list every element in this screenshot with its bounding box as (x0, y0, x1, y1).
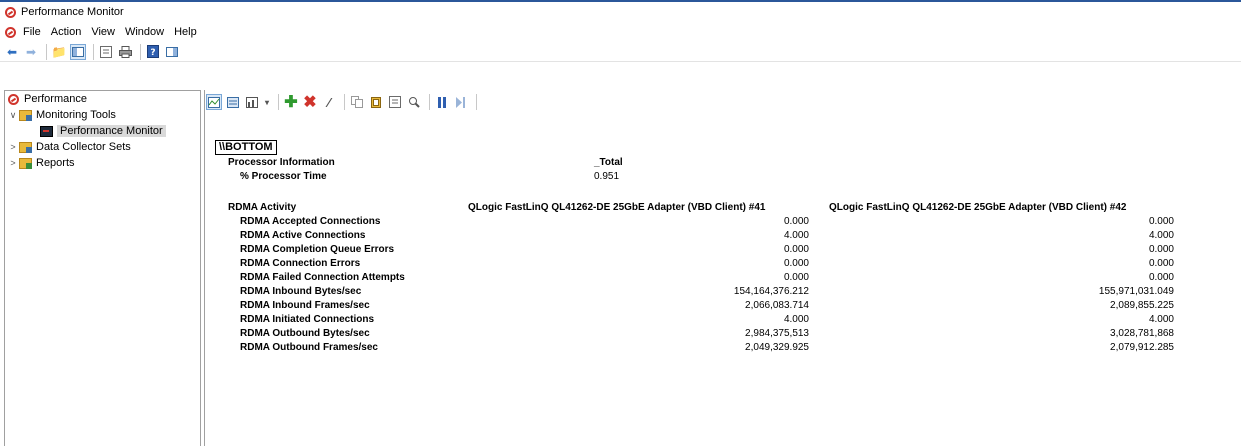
value-42-inbound-frames: 2,089,855.225 (1110, 300, 1174, 311)
value-42-active-connections: 4.000 (1148, 230, 1174, 241)
counter-rdma-accepted-connections: RDMA Accepted Connections (240, 216, 381, 227)
up-folder-icon[interactable]: 📁 (51, 44, 67, 60)
properties-icon[interactable] (98, 44, 114, 60)
object-processor-information: Processor Information (228, 157, 335, 168)
window-title: Performance Monitor (21, 6, 124, 18)
counter-rdma-active-connections: RDMA Active Connections (240, 230, 366, 241)
value-42-initiated-connections: 4.000 (1148, 314, 1174, 325)
data-collector-sets-folder-icon (19, 141, 32, 153)
monitoring-tools-folder-icon (19, 109, 32, 121)
value-41-initiated-connections: 4.000 (783, 314, 809, 325)
counter-rdma-initiated-connections: RDMA Initiated Connections (240, 314, 375, 325)
tree-item-performance[interactable]: Performance (5, 91, 200, 107)
value-processor-time: 0.951 (594, 171, 620, 182)
machine-name: \\BOTTOM (215, 140, 277, 155)
tree-item-monitoring-tools[interactable]: ∨ Monitoring Tools (5, 107, 200, 123)
value-41-inbound-frames: 2,066,083.714 (745, 300, 809, 311)
counter-rdma-completion-queue-errors: RDMA Completion Queue Errors (240, 244, 395, 255)
value-41-active-connections: 4.000 (783, 230, 809, 241)
counter-rdma-connection-errors: RDMA Connection Errors (240, 258, 361, 269)
toolbar-separator (93, 43, 94, 60)
counter-rdma-inbound-frames: RDMA Inbound Frames/sec (240, 300, 370, 311)
value-42-outbound-bytes: 3,028,781,868 (1110, 328, 1174, 339)
performance-monitor-app-icon (5, 6, 16, 18)
tree-item-label: Performance Monitor (57, 125, 166, 137)
value-42-failed-connection-attempts: 0.000 (1148, 272, 1174, 283)
value-41-inbound-bytes: 154,164,376.212 (733, 286, 809, 297)
menu-window[interactable]: Window (125, 26, 164, 38)
value-42-outbound-frames: 2,079,912.285 (1110, 342, 1174, 353)
instance-adapter-42: QLogic FastLinQ QL41262-DE 25GbE Adapter… (829, 202, 1127, 213)
value-42-connection-errors: 0.000 (1148, 258, 1174, 269)
menu-action[interactable]: Action (51, 26, 82, 38)
counter-rdma-failed-connection-attempts: RDMA Failed Connection Attempts (240, 272, 405, 283)
performance-monitor-pane: ▾ ✚ ✖ ∕ \\BOTTOM Processor Information _… (204, 90, 1241, 446)
value-41-outbound-bytes: 2,984,375,513 (745, 328, 809, 339)
tree-item-label: Reports (36, 157, 75, 169)
value-41-connection-errors: 0.000 (783, 258, 809, 269)
back-arrow-icon[interactable]: ⬅ (4, 44, 20, 60)
navigation-tree: Performance ∨ Monitoring Tools Performan… (4, 90, 201, 446)
counter-rdma-outbound-frames: RDMA Outbound Frames/sec (240, 342, 378, 353)
title-bar: Performance Monitor (0, 0, 1241, 22)
value-42-completion-queue-errors: 0.000 (1148, 244, 1174, 255)
value-41-outbound-frames: 2,049,329.925 (745, 342, 809, 353)
instance-total: _Total (594, 157, 623, 168)
value-41-completion-queue-errors: 0.000 (783, 244, 809, 255)
main-toolbar: ⬅ ➡ 📁 ? (0, 42, 1241, 62)
value-41-accepted-connections: 0.000 (783, 216, 809, 227)
show-hide-tree-icon[interactable] (70, 43, 86, 60)
forward-arrow-icon[interactable]: ➡ (23, 44, 39, 60)
svg-text:?: ? (150, 48, 155, 58)
value-42-accepted-connections: 0.000 (1148, 216, 1174, 227)
chevron-down-icon[interactable]: ∨ (7, 110, 19, 121)
object-rdma-activity: RDMA Activity (228, 202, 297, 213)
counter-rdma-inbound-bytes: RDMA Inbound Bytes/sec (240, 286, 362, 297)
system-menu-icon[interactable] (5, 26, 16, 38)
counter-processor-time: % Processor Time (240, 171, 327, 182)
reports-folder-icon (19, 157, 32, 169)
chevron-right-icon[interactable]: > (7, 158, 19, 168)
instance-adapter-41: QLogic FastLinQ QL41262-DE 25GbE Adapter… (468, 202, 766, 213)
tree-item-data-collector-sets[interactable]: > Data Collector Sets (5, 139, 200, 155)
export-list-icon[interactable] (164, 44, 180, 60)
tree-item-reports[interactable]: > Reports (5, 155, 200, 171)
tree-item-performance-monitor[interactable]: Performance Monitor (5, 123, 200, 139)
menu-help[interactable]: Help (174, 26, 197, 38)
menu-view[interactable]: View (91, 26, 115, 38)
value-42-inbound-bytes: 155,971,031.049 (1098, 286, 1174, 297)
toolbar-separator (46, 43, 47, 60)
help-icon[interactable]: ? (145, 44, 161, 60)
value-41-failed-connection-attempts: 0.000 (783, 272, 809, 283)
tree-item-label: Data Collector Sets (36, 141, 131, 153)
print-icon[interactable] (117, 44, 133, 60)
tree-item-label: Performance (24, 93, 87, 105)
counter-rdma-outbound-bytes: RDMA Outbound Bytes/sec (240, 328, 370, 339)
performance-monitor-icon (40, 125, 53, 137)
report-view: \\BOTTOM Processor Information _Total % … (205, 90, 1241, 446)
menu-file[interactable]: File (23, 26, 41, 38)
toolbar-separator (140, 43, 141, 60)
menu-bar: File Action View Window Help (0, 22, 1241, 42)
tree-item-label: Monitoring Tools (36, 109, 116, 121)
chevron-right-icon[interactable]: > (7, 142, 19, 152)
performance-icon (8, 93, 19, 105)
